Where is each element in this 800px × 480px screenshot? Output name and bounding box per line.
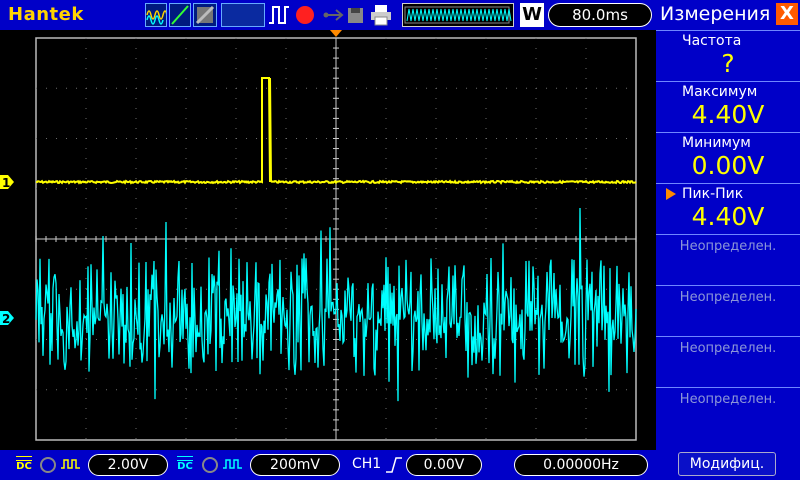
- measure-undefined: Неопределен.: [679, 341, 777, 356]
- display-mode-box[interactable]: [221, 3, 265, 27]
- ch1-marker-label: 1: [2, 176, 10, 190]
- trigger-level[interactable]: 0.00V: [406, 454, 482, 476]
- panel-title: Измерения: [660, 3, 771, 25]
- trigger-frequency: 0.00000Hz: [514, 454, 648, 476]
- close-button[interactable]: X: [776, 3, 798, 25]
- dc-coupling-icon[interactable]: DC: [14, 456, 34, 474]
- grayscale-icon[interactable]: [193, 3, 217, 27]
- memory-waveform-overview[interactable]: [402, 3, 514, 27]
- measure-value: 4.40V: [691, 100, 765, 129]
- measure-slot-max[interactable]: Максимум 4.40V: [656, 81, 800, 132]
- bw-limit-icon[interactable]: [38, 456, 58, 474]
- brand-logo: Hantek: [8, 4, 84, 25]
- invert-icon[interactable]: [60, 456, 84, 474]
- measure-slot-peak[interactable]: Пик-Пик 4.40V: [656, 183, 800, 234]
- selected-marker-icon: [666, 188, 676, 200]
- rising-edge-icon[interactable]: [384, 456, 404, 474]
- waveform-display[interactable]: 12: [0, 30, 656, 450]
- trigger-position-marker: [330, 30, 342, 37]
- status-bar: DC 2.00V DC 200mV CH1 0.00V 0.00000Hz: [0, 450, 656, 480]
- printer-icon[interactable]: [369, 3, 393, 27]
- measure-undefined: Неопределен.: [679, 239, 777, 254]
- waveform-icon[interactable]: [145, 3, 168, 27]
- measure-value: ?: [721, 49, 735, 78]
- ch2-marker-label: 2: [2, 312, 10, 326]
- measure-panel: Измерения X Частота ? Максимум 4.40V Мин…: [656, 0, 800, 480]
- measure-label: Частота: [682, 33, 742, 49]
- usb-icon: [322, 3, 346, 27]
- measure-undefined: Неопределен.: [679, 392, 777, 407]
- ch2-volts-div[interactable]: 200mV: [250, 454, 340, 476]
- measure-slot-empty[interactable]: Неопределен.: [656, 387, 800, 438]
- record-icon[interactable]: [293, 3, 317, 27]
- w-button[interactable]: W: [520, 3, 544, 27]
- trigger-source[interactable]: CH1: [352, 456, 381, 472]
- memory-icon: [346, 3, 366, 27]
- modify-button[interactable]: Модифиц.: [678, 452, 776, 476]
- measure-value: 4.40V: [691, 202, 765, 231]
- ch1-volts-div[interactable]: 2.00V: [88, 454, 168, 476]
- measure-label: Максимум: [682, 84, 758, 100]
- timebase-readout[interactable]: 80.0ms: [548, 3, 652, 27]
- measure-slot-empty[interactable]: Неопределен.: [656, 234, 800, 285]
- measure-label: Минимум: [682, 135, 751, 151]
- dc-coupling-icon[interactable]: DC: [175, 456, 195, 474]
- top-toolbar: Hantek W 80.0ms: [0, 0, 656, 30]
- panel-header: Измерения X: [656, 0, 800, 30]
- ramp-icon[interactable]: [169, 3, 191, 27]
- measure-slot-empty[interactable]: Неопределен.: [656, 285, 800, 336]
- measure-slot-min[interactable]: Минимум 0.00V: [656, 132, 800, 183]
- bw-limit-icon[interactable]: [200, 456, 220, 474]
- pulse-icon[interactable]: [268, 3, 290, 27]
- scope-canvas: 12: [0, 30, 637, 441]
- measure-value: 0.00V: [691, 151, 765, 180]
- invert-icon[interactable]: [222, 456, 246, 474]
- measure-undefined: Неопределен.: [679, 290, 777, 305]
- measure-slot-frequency[interactable]: Частота ?: [656, 30, 800, 81]
- measure-slot-empty[interactable]: Неопределен.: [656, 336, 800, 387]
- measure-label: Пик-Пик: [682, 186, 744, 202]
